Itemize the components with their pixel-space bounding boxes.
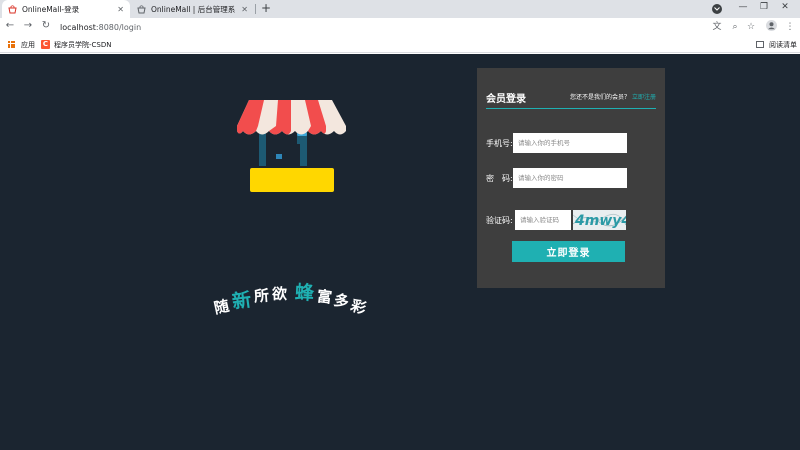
captcha-label: 验证码: [486, 216, 513, 225]
zoom-icon[interactable]: ⌕ [729, 21, 741, 33]
login-page: 随 新 所 欲 蜂 富 多 彩 [0, 54, 800, 450]
close-icon[interactable]: ✕ [241, 5, 248, 14]
slogan-char: 蜂 [294, 281, 315, 305]
restore-icon[interactable]: ❐ [757, 2, 771, 12]
new-tab-plus-icon[interactable]: + [259, 1, 273, 15]
csdn-logo-icon: C [41, 40, 50, 49]
minimize-icon[interactable]: — [736, 2, 750, 12]
apps-grid-icon [8, 41, 15, 48]
bookmark-label: 阅读清单 [769, 40, 797, 49]
login-title: 会员登录 [486, 94, 526, 105]
shop-stall-icon [237, 100, 346, 192]
url-path: :8080/login [95, 22, 142, 32]
browser-tab-bar: OnlineMall-登录 ✕ OnlineMall | 后台管理系统 ✕ + … [0, 0, 800, 18]
tab-title: OnlineMall | 后台管理系统 [151, 4, 236, 14]
phone-input[interactable] [513, 133, 627, 153]
tab-onlinemall-login[interactable]: OnlineMall-登录 ✕ [2, 0, 130, 18]
slogan-char: 新 [230, 288, 253, 314]
title-divider [486, 108, 656, 109]
address-bar[interactable]: localhost:8080/login [60, 20, 708, 34]
password-input[interactable] [513, 168, 627, 188]
captcha-input[interactable] [515, 210, 571, 230]
reload-icon[interactable]: ↻ [40, 20, 52, 32]
tab-divider [255, 4, 256, 14]
slogan-char: 彩 [348, 296, 369, 318]
bookmark-label: 程序员学院-CSDN [54, 40, 112, 49]
register-link[interactable]: 立即注册 [632, 94, 656, 101]
captcha-text: 4mwy4 [574, 213, 626, 229]
url-host: localhost [60, 22, 96, 32]
hero-slogan: 随 新 所 欲 蜂 富 多 彩 [210, 282, 380, 342]
login-submit-button[interactable]: 立即登录 [512, 241, 625, 262]
register-hint: 您还不是我们的会员？ 立即注册 [570, 92, 656, 101]
reading-list-icon [756, 41, 764, 48]
bookmarks-bar: 应用 C 程序员学院-CSDN 阅读清单 [0, 36, 800, 53]
translate-icon[interactable]: 文 [711, 21, 723, 33]
shop-favicon-icon [137, 4, 146, 14]
bookmark-label: 应用 [21, 40, 35, 49]
phone-label: 手机号: [486, 139, 513, 148]
window-close-icon[interactable]: ✕ [778, 2, 792, 12]
password-label: 密 码: [486, 174, 513, 183]
bookmark-star-icon[interactable]: ☆ [745, 21, 757, 33]
tab-title: OnlineMall-登录 [22, 4, 80, 14]
register-hint-text: 您还不是我们的会员？ [569, 94, 630, 101]
slogan-char: 多 [332, 290, 351, 312]
slogan-char: 所 [253, 286, 270, 306]
close-icon[interactable]: ✕ [117, 5, 124, 14]
captcha-image[interactable]: 4mwy4 [573, 210, 626, 230]
reading-list-button[interactable]: 阅读清单 [756, 39, 797, 50]
more-menu-icon[interactable]: ⋮ [784, 21, 796, 33]
shop-favicon-icon [8, 4, 17, 14]
slogan-char: 欲 [271, 284, 288, 304]
back-arrow-icon[interactable]: ← [4, 20, 16, 32]
login-panel: 会员登录 您还不是我们的会员？立即注册 手机号: 密 码: 验证码: 4mwy4… [477, 68, 665, 288]
slogan-char: 富 [315, 287, 333, 307]
tab-search-icon[interactable] [712, 4, 722, 14]
bookmark-csdn[interactable]: C 程序员学院-CSDN [41, 39, 111, 50]
captcha-noise: 4mwy4 [573, 213, 626, 229]
tab-onlinemall-admin[interactable]: OnlineMall | 后台管理系统 ✕ [131, 0, 254, 18]
forward-arrow-icon[interactable]: → [22, 20, 34, 32]
slogan-char: 随 [212, 296, 231, 318]
bookmark-apps[interactable]: 应用 [8, 39, 35, 50]
profile-avatar-icon[interactable] [765, 20, 777, 32]
